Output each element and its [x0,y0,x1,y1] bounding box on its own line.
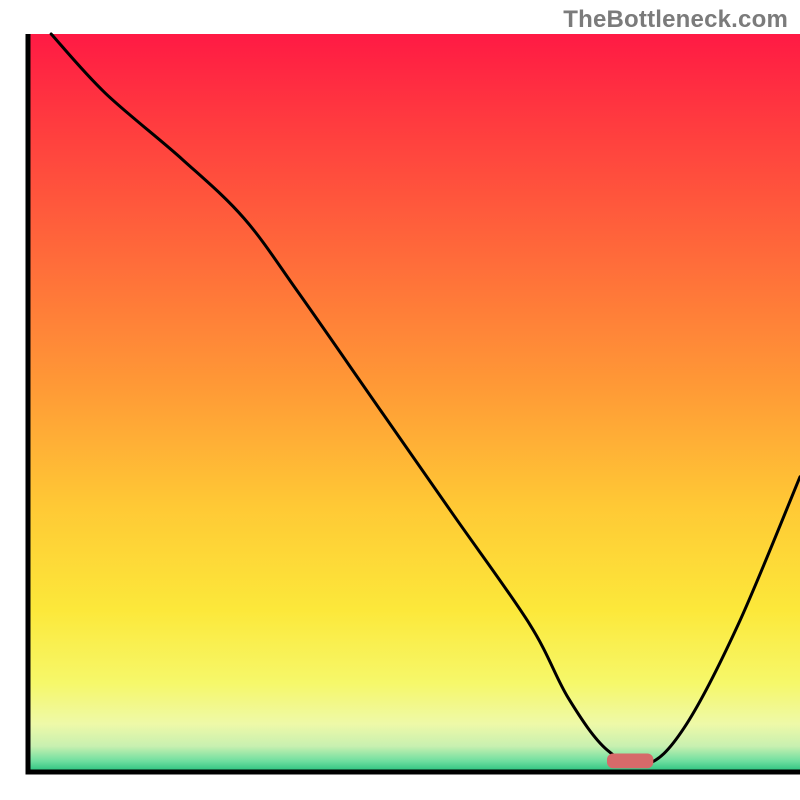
bottleneck-chart: TheBottleneck.com [0,0,800,800]
watermark-text: TheBottleneck.com [563,6,788,34]
optimum-marker [607,754,653,769]
chart-svg [0,0,800,800]
plot-background [28,34,800,772]
